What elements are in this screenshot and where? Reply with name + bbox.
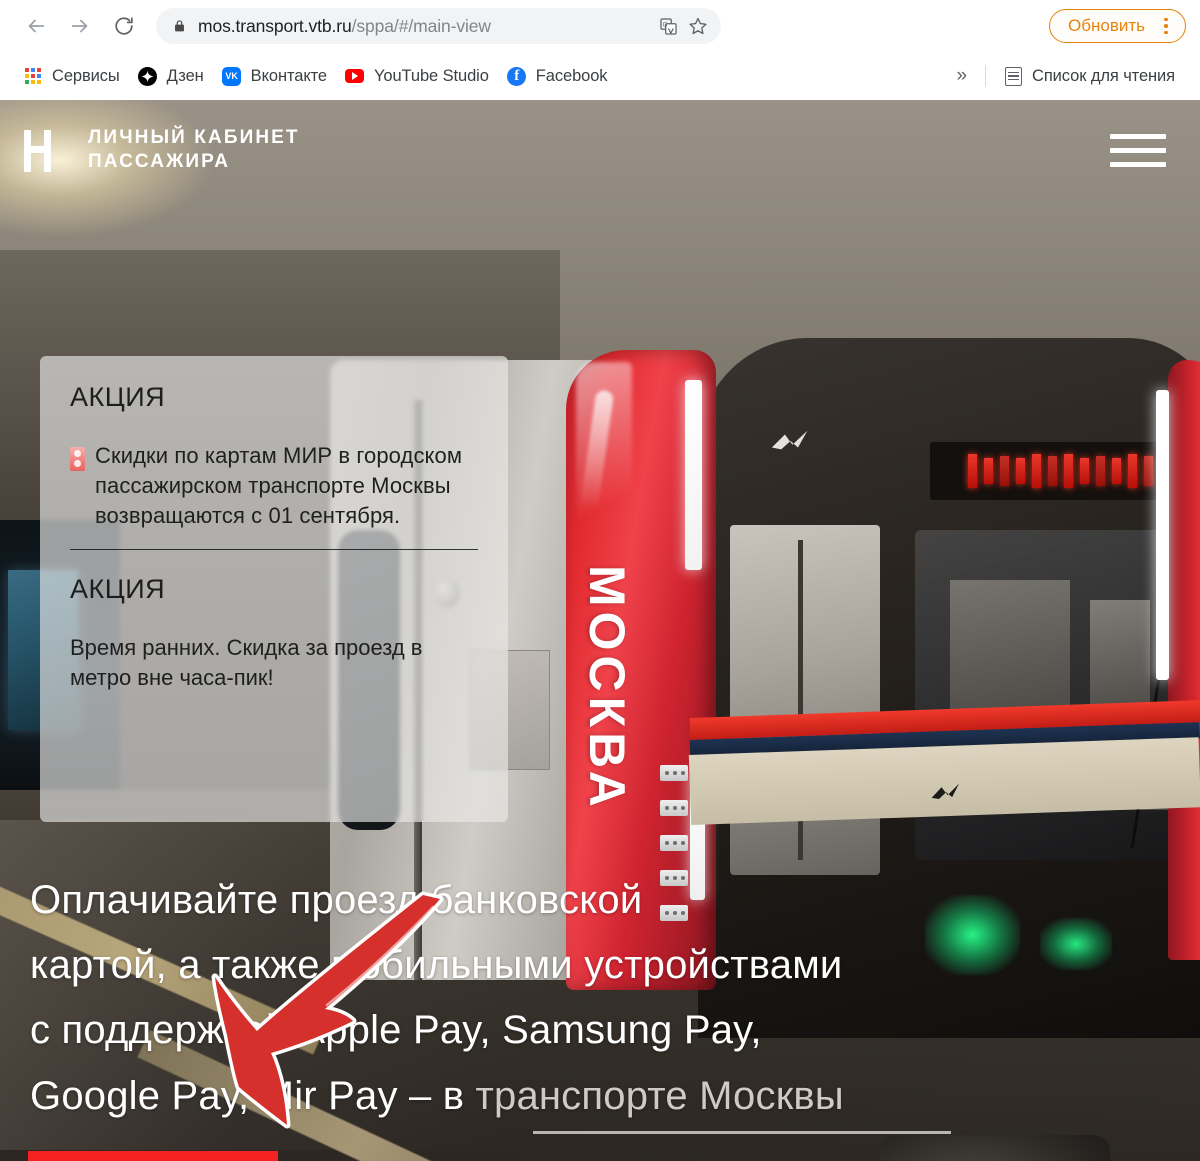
bookmarks-bar: Сервисы Дзен VK Вконтакте YouTube Studio… [0,52,1200,100]
translate-icon[interactable]: G [655,13,681,39]
bookmark-item-vkontakte[interactable]: VK Вконтакте [213,60,336,92]
lock-icon [170,17,188,35]
green-signal-light-secondary [1040,918,1112,970]
site-logo-text: ЛИЧНЫЙ КАБИНЕТ ПАССАЖИРА [88,126,300,175]
address-bar[interactable]: mos.transport.vtb.ru/sppa/#/main-view G [156,8,721,44]
hero-headline: Оплачивайте проезд банковской картой, а … [30,868,1030,1134]
youtube-icon [345,66,365,86]
back-button[interactable] [18,8,54,44]
train-side-text: МОСКВА [579,565,635,812]
update-button-label: Обновить [1068,16,1145,35]
svg-text:G: G [662,21,667,28]
hero-line-4: Google Pay, Mir Pay – в транспорте Москв… [30,1064,1030,1129]
promo-kicker: АКЦИЯ [70,573,166,604]
hamburger-menu-icon[interactable] [1110,128,1166,172]
hero-line-4-highlight: транспорте Москвы [475,1073,844,1118]
bookmark-label: Facebook [535,66,608,85]
google-apps-grid-icon [23,66,43,86]
hero-line-1: Оплачивайте проезд банковской [30,878,643,922]
promo-slide-1[interactable]: АКЦИЯ Скидки по картам МИР в городском п… [40,356,508,550]
url-text: mos.transport.vtb.ru/sppa/#/main-view [198,16,651,37]
bookmark-item-facebook[interactable]: f Facebook [498,60,617,92]
metro-m-logo [770,428,830,454]
promo-slide-2[interactable]: АКЦИЯ Время ранних. Скидка за проезд в м… [40,550,508,694]
hero-line-4-main: Google Pay, Mir Pay – в [30,1073,476,1118]
url-host: mos.transport.vtb.ru [198,15,352,36]
bookmark-item-youtube-studio[interactable]: YouTube Studio [336,60,498,92]
logo-mark-icon [14,124,76,176]
promo-kicker: АКЦИЯ [70,382,166,412]
reading-list-button[interactable]: Список для чтения [994,60,1184,92]
site-logo[interactable]: ЛИЧНЫЙ КАБИНЕТ ПАССАЖИРА [14,124,300,176]
reading-list-label: Список для чтения [1032,66,1175,85]
train-coupler [880,1135,1110,1161]
login-button[interactable]: Войти [28,1151,278,1161]
hero-line-2: картой, а также мобильными устройствами [30,943,843,988]
bookmarks-overflow-button[interactable]: » [946,60,977,92]
forward-arrow-icon [71,19,88,33]
facebook-icon: f [507,66,527,86]
train-led-destination-display [930,442,1190,500]
reload-icon [115,17,133,35]
bookmarks-divider [985,65,987,87]
back-arrow-icon [28,19,45,33]
bookmark-label: YouTube Studio [373,66,489,85]
vk-icon: VK [222,66,242,86]
url-path: /sppa/#/main-view [351,15,491,36]
bookmark-item-dzen[interactable]: Дзен [129,60,213,92]
forward-button[interactable] [62,8,98,44]
bookmark-label: Сервисы [52,66,120,85]
logo-line-2: ПАССАЖИРА [88,151,231,172]
reload-button[interactable] [106,8,142,44]
hero-underline [533,1131,951,1134]
cta-row: Войти История поездок по банковской карт… [28,1151,514,1161]
browser-toolbar: mos.transport.vtb.ru/sppa/#/main-view G … [0,0,1200,52]
bookmark-item-servicy[interactable]: Сервисы [14,60,129,92]
toolbar-right: Обновить [1037,9,1186,43]
reading-list-icon [1003,66,1023,86]
hero-line-3: с поддержкой Apple Pay, Samsung Pay, [30,1008,762,1053]
zen-icon [138,66,158,86]
promo-text: Время ранних. Скидка за проезд в метро в… [70,634,423,691]
browser-chrome: mos.transport.vtb.ru/sppa/#/main-view G … [0,0,1200,100]
bookmark-label: Дзен [166,66,204,85]
update-button[interactable]: Обновить [1049,9,1186,43]
bookmark-star-icon[interactable] [685,13,711,39]
logo-line-1: ЛИЧНЫЙ КАБИНЕТ [88,126,300,148]
web-page-viewport: МОСКВА ЛИЧНЫЙ КАБИНЕТ ПАССАЖИРА АКЦИЯ Ск… [0,100,1200,1161]
promo-text: Скидки по картам МИР в городском пассажи… [95,443,463,528]
ticket-icon [70,447,85,471]
bookmark-label: Вконтакте [250,66,327,85]
metro-m-logo-lower [929,777,974,809]
promo-card: АКЦИЯ Скидки по картам МИР в городском п… [40,356,508,822]
three-dot-menu-icon[interactable] [1155,15,1177,37]
site-header: ЛИЧНЫЙ КАБИНЕТ ПАССАЖИРА [0,100,1200,200]
